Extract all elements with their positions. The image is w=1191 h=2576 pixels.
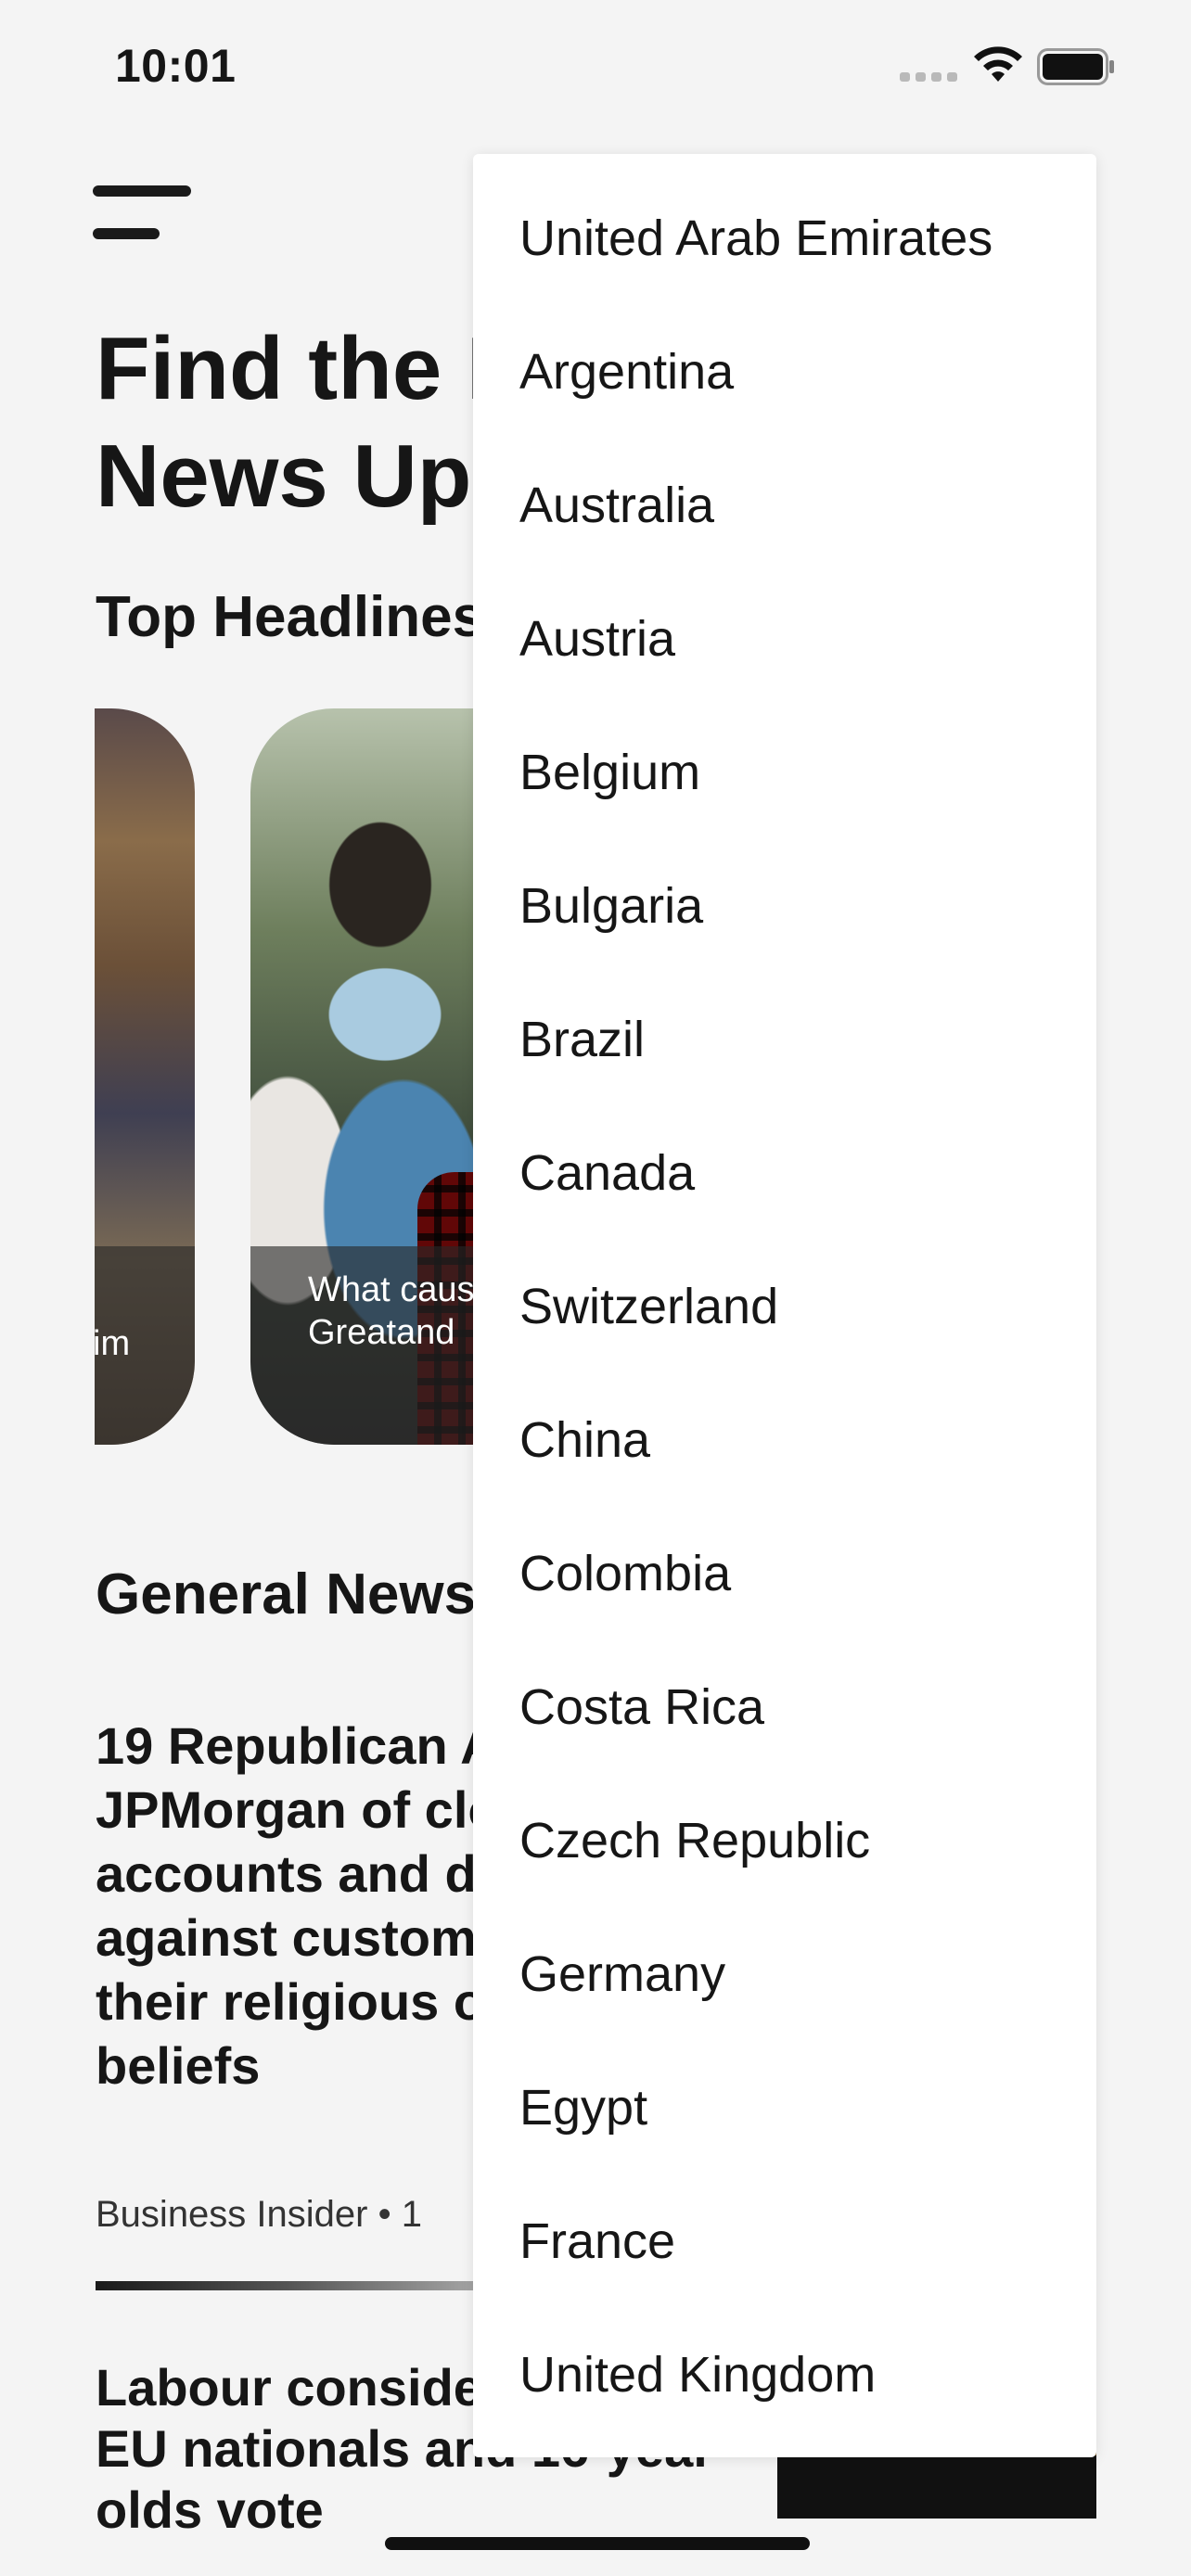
cellular-signal-icon — [900, 72, 957, 82]
news-app-screen: 10:01 Find the Latest News Updates Top H… — [0, 0, 1191, 2576]
battery-icon — [1037, 48, 1114, 85]
top-headlines-heading: Top Headlines — [96, 585, 485, 649]
headline-card-previous-caption: im — [93, 1324, 131, 1363]
country-option[interactable]: Czech Republic — [519, 1812, 870, 1869]
country-option[interactable]: France — [519, 2213, 675, 2270]
country-option[interactable]: United Arab Emirates — [519, 210, 992, 267]
country-option[interactable]: Egypt — [519, 2079, 647, 2136]
country-option[interactable]: Argentina — [519, 343, 734, 401]
country-option[interactable]: United Kingdom — [519, 2346, 876, 2404]
article-meta: Business Insider • 1 — [96, 2194, 422, 2235]
country-option[interactable]: Switzerland — [519, 1278, 778, 1335]
article-thumbnail[interactable] — [777, 2448, 1096, 2519]
country-option[interactable]: Germany — [519, 1945, 725, 2003]
country-option[interactable]: Brazil — [519, 1011, 645, 1068]
country-dropdown-menu: United Arab Emirates Argentina Australia Au… — [473, 154, 1096, 2457]
country-option[interactable]: Australia — [519, 477, 714, 534]
country-option[interactable]: Austria — [519, 610, 675, 668]
country-option[interactable]: China — [519, 1411, 650, 1469]
country-option[interactable]: Canada — [519, 1144, 695, 1202]
country-option[interactable]: Belgium — [519, 744, 700, 801]
status-time: 10:01 — [115, 40, 237, 92]
general-news-heading: General News — [96, 1562, 477, 1626]
country-option[interactable]: Costa Rica — [519, 1678, 764, 1736]
wifi-icon — [974, 46, 1022, 82]
country-option[interactable]: Colombia — [519, 1545, 731, 1602]
home-indicator[interactable] — [385, 2537, 810, 2550]
country-option[interactable]: Bulgaria — [519, 877, 703, 935]
hamburger-menu-icon[interactable] — [93, 182, 197, 247]
